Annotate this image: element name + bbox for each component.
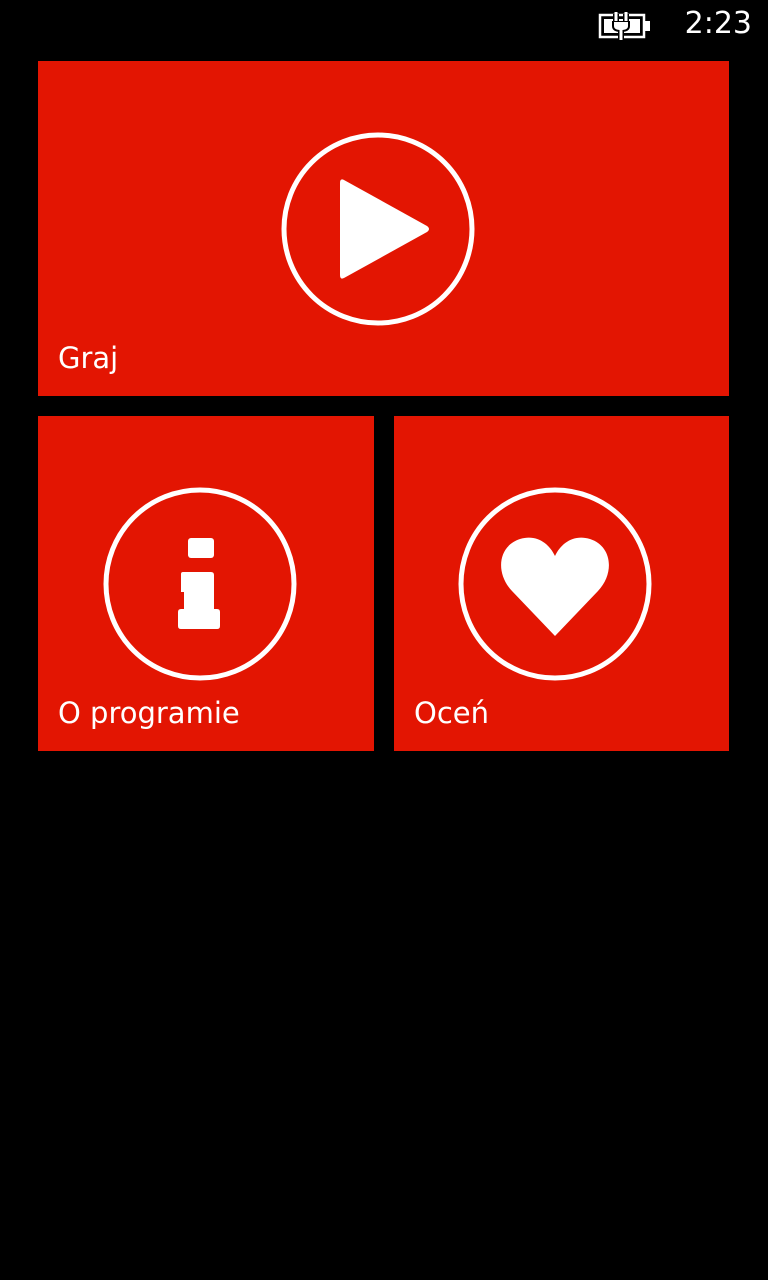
tile-play-label: Graj bbox=[58, 341, 119, 375]
app-screen: 2:23 Graj O programie Oceń bbox=[0, 0, 768, 1280]
status-bar: 2:23 bbox=[0, 0, 768, 50]
battery-charging-icon bbox=[598, 12, 650, 40]
tile-rate-label: Oceń bbox=[414, 696, 489, 730]
heart-icon bbox=[458, 487, 652, 681]
tile-about-label: O programie bbox=[58, 696, 240, 730]
status-clock: 2:23 bbox=[684, 6, 752, 41]
play-icon bbox=[281, 132, 475, 326]
tile-about[interactable]: O programie bbox=[38, 416, 374, 751]
tile-rate[interactable]: Oceń bbox=[394, 416, 729, 751]
tile-play[interactable]: Graj bbox=[38, 61, 729, 396]
info-icon bbox=[103, 487, 297, 681]
